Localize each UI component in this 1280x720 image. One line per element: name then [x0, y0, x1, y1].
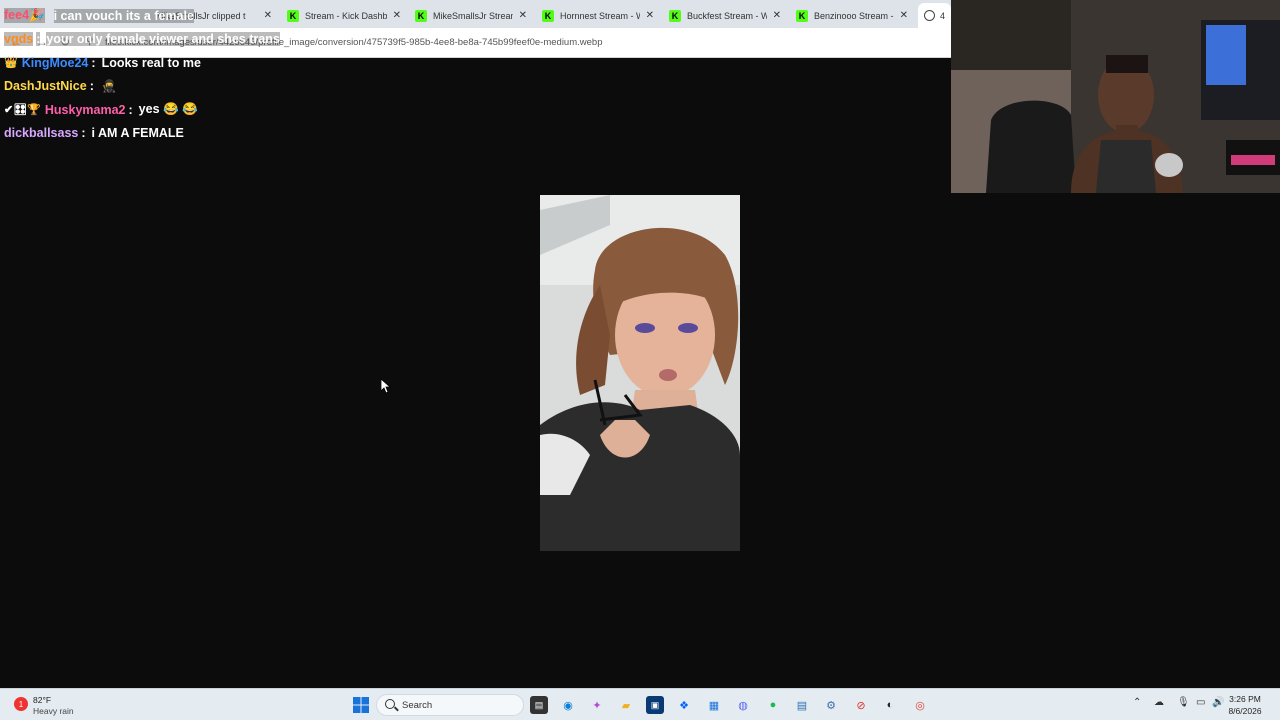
- search-icon: [385, 699, 395, 709]
- tab-close-icon[interactable]: ✕: [773, 10, 781, 21]
- tab-benzinooo-stream[interactable]: K Benzinooo Stream - W ✕: [790, 3, 914, 28]
- notepad-icon[interactable]: ▤: [793, 696, 811, 714]
- network-icon[interactable]: ▭: [1196, 697, 1205, 708]
- chat-username: Huskymama2: [44, 102, 126, 117]
- chat-text: yes 😂 😂: [138, 102, 198, 117]
- tab-active-image[interactable]: 47: [918, 3, 951, 28]
- system-clock[interactable]: 3:26 PM 8/6/2026: [1224, 693, 1266, 717]
- globe-icon: [924, 10, 935, 21]
- settings-gear-icon[interactable]: ⚙: [822, 696, 840, 714]
- volume-icon[interactable]: 🔊: [1212, 697, 1224, 708]
- tab-hornnest-stream[interactable]: K Hornnest Stream - Wa ✕: [536, 3, 660, 28]
- tab-label: Stream - Kick Dashbo: [305, 10, 387, 21]
- tab-label: Buckfest Stream - War: [687, 10, 767, 21]
- chat-text: i can vouch its a female: [53, 8, 194, 23]
- tab-label: Benzinooo Stream - W: [814, 10, 894, 21]
- chat-message: ✔🎛🏆 Huskymama2 : yes 😂 😂: [4, 98, 304, 122]
- copilot-icon[interactable]: ✦: [588, 696, 606, 714]
- chat-message: dickballsass : i AM A FEMALE: [4, 122, 304, 146]
- tab-close-icon[interactable]: ✕: [646, 10, 654, 21]
- chat-message: 👑 KingMoe24 : Looks real to me: [4, 51, 304, 75]
- windows-taskbar: 1 82°F Heavy rain Search ▤ ◉ ✦ ▰ ▣ ❖ ▦ ◍…: [0, 688, 1280, 720]
- photo-illustration: [540, 195, 740, 551]
- tab-close-icon[interactable]: ✕: [519, 10, 527, 21]
- viewed-profile-image: [540, 195, 740, 551]
- chat-text: Looks real to me: [101, 55, 201, 70]
- taskbar-search[interactable]: Search: [376, 694, 524, 716]
- clock-time: 3:26 PM: [1229, 694, 1261, 704]
- microphone-icon[interactable]: 🎙: [1177, 697, 1190, 708]
- weather-temperature: 82°F: [33, 695, 52, 705]
- tab-mikesmallsjr-stream[interactable]: K MikeSmallsJr Stream - ✕: [409, 3, 533, 28]
- chrome-icon[interactable]: ◎: [911, 696, 929, 714]
- weather-widget[interactable]: 1 82°F Heavy rain: [14, 693, 94, 719]
- obs-icon[interactable]: ◐: [881, 696, 899, 714]
- photoshop-icon[interactable]: ▣: [646, 696, 664, 714]
- tab-label: 47: [940, 10, 945, 21]
- mouse-cursor-icon: [381, 379, 391, 394]
- weather-alert-icon: 1: [14, 697, 28, 711]
- chat-message: DashJustNice : 🥷: [4, 75, 304, 99]
- clock-date: 8/6/2026: [1228, 706, 1262, 716]
- chat-separator: :: [89, 79, 94, 94]
- user-badges-icon: ✔🎛🏆: [4, 104, 41, 117]
- chat-username: dickballsass: [4, 126, 79, 141]
- edge-browser-icon[interactable]: ◉: [559, 696, 577, 714]
- chat-separator: :: [128, 102, 133, 117]
- streamer-webcam: [951, 0, 1280, 193]
- chat-message: fee4🎉 i can vouch its a female: [4, 4, 304, 28]
- kick-logo-icon: K: [542, 9, 554, 22]
- tab-close-icon[interactable]: ✕: [900, 10, 908, 21]
- dropbox-icon[interactable]: ❖: [675, 696, 693, 714]
- chat-username: fee4🎉: [4, 8, 45, 24]
- chat-separator: :: [91, 55, 96, 70]
- chat-text: i AM A FEMALE: [91, 126, 184, 141]
- kick-logo-icon: K: [415, 9, 427, 22]
- tab-buckfest-stream[interactable]: K Buckfest Stream - War ✕: [663, 3, 787, 28]
- app-red-icon[interactable]: ⊘: [852, 696, 870, 714]
- tab-label: MikeSmallsJr Stream -: [433, 10, 513, 21]
- tab-close-icon[interactable]: ✕: [393, 10, 401, 21]
- kick-logo-icon: K: [796, 9, 808, 22]
- webcam-illustration: [951, 0, 1280, 193]
- task-view-icon[interactable]: ▤: [530, 696, 548, 714]
- store-icon[interactable]: ▦: [705, 696, 723, 714]
- crown-badge-icon: 👑: [4, 57, 18, 70]
- chat-message: vgds : your only female viewer and shes …: [4, 28, 304, 52]
- onedrive-icon[interactable]: ☁: [1154, 697, 1164, 708]
- file-explorer-icon[interactable]: ▰: [617, 696, 635, 714]
- spotify-icon[interactable]: ●: [764, 696, 782, 714]
- tray-chevron-up-icon[interactable]: ⌃: [1133, 697, 1141, 708]
- chat-separator: :: [81, 126, 86, 141]
- windows-start-icon[interactable]: [352, 696, 370, 714]
- discord-icon[interactable]: ◍: [734, 696, 752, 714]
- tab-label: Hornnest Stream - Wa: [560, 10, 640, 21]
- search-placeholder: Search: [402, 700, 433, 711]
- chat-username: vgds: [4, 32, 34, 47]
- chat-username: KingMoe24: [21, 55, 89, 70]
- chat-text: your only female viewer and shes trans: [46, 32, 280, 47]
- chat-overlay: fee4🎉 i can vouch its a female vgds : yo…: [4, 4, 304, 145]
- chat-separator: :: [36, 32, 41, 47]
- chat-emote: 🥷: [101, 79, 117, 94]
- weather-description: Heavy rain: [33, 706, 74, 716]
- kick-logo-icon: K: [669, 9, 681, 22]
- chat-username: DashJustNice: [4, 79, 87, 94]
